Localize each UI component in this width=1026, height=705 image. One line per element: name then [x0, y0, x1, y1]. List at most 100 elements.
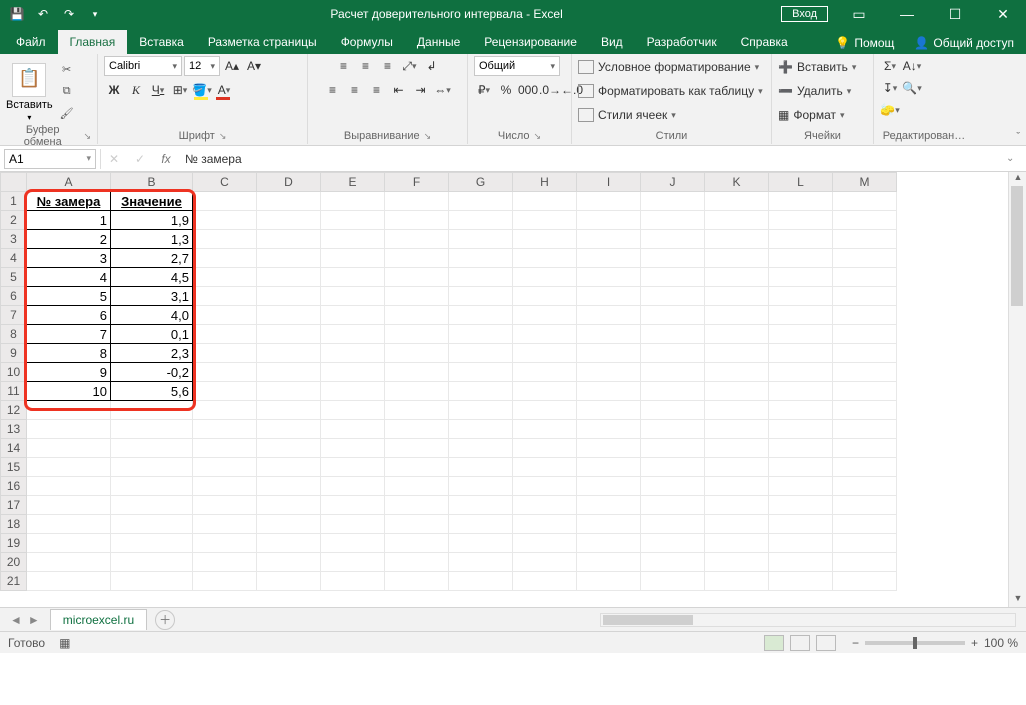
cell[interactable]	[833, 553, 897, 572]
cell[interactable]	[385, 439, 449, 458]
paste-button[interactable]: Вставить ▾	[6, 61, 53, 122]
cell[interactable]: -0,2	[111, 363, 193, 382]
cell[interactable]	[27, 439, 111, 458]
tab-formulas[interactable]: Формулы	[329, 30, 405, 54]
cell[interactable]	[641, 439, 705, 458]
cell[interactable]	[321, 268, 385, 287]
cell[interactable]	[385, 287, 449, 306]
cell[interactable]	[449, 401, 513, 420]
col-header-B[interactable]: B	[111, 173, 193, 192]
macro-record-icon[interactable]: ▦	[59, 636, 70, 650]
col-header-M[interactable]: M	[833, 173, 897, 192]
col-header-K[interactable]: K	[705, 173, 769, 192]
cell[interactable]	[513, 420, 577, 439]
cell[interactable]	[513, 477, 577, 496]
cell[interactable]	[111, 572, 193, 591]
cell[interactable]	[769, 458, 833, 477]
view-pagelayout-icon[interactable]	[790, 635, 810, 651]
cell[interactable]	[513, 572, 577, 591]
cell[interactable]	[513, 344, 577, 363]
cell[interactable]	[321, 458, 385, 477]
cell[interactable]	[27, 572, 111, 591]
signin-button[interactable]: Вход	[781, 6, 828, 22]
cell[interactable]	[769, 477, 833, 496]
cell[interactable]	[27, 458, 111, 477]
align-bottom-icon[interactable]: ≡	[378, 56, 398, 76]
cell[interactable]	[385, 477, 449, 496]
col-header-A[interactable]: A	[27, 173, 111, 192]
sheet-prev-icon[interactable]: ◄	[10, 613, 22, 627]
fill-color-button[interactable]: 🪣	[192, 80, 212, 100]
cell[interactable]	[111, 401, 193, 420]
delete-cells-button[interactable]: ➖Удалить	[778, 80, 851, 102]
cell[interactable]	[27, 420, 111, 439]
tab-help[interactable]: Справка	[729, 30, 800, 54]
cell[interactable]: 1	[27, 211, 111, 230]
cell[interactable]	[833, 382, 897, 401]
cell[interactable]	[321, 553, 385, 572]
cell[interactable]	[513, 534, 577, 553]
sheet-tab[interactable]: microexcel.ru	[50, 609, 147, 630]
enter-formula-icon[interactable]: ✓	[127, 152, 153, 166]
cell[interactable]	[769, 268, 833, 287]
cell[interactable]	[513, 363, 577, 382]
cell[interactable]	[833, 192, 897, 211]
cell[interactable]	[577, 515, 641, 534]
cell[interactable]	[577, 401, 641, 420]
view-pagebreak-icon[interactable]	[816, 635, 836, 651]
cell[interactable]	[641, 572, 705, 591]
cell[interactable]	[193, 420, 257, 439]
cell[interactable]	[321, 211, 385, 230]
cell[interactable]	[641, 249, 705, 268]
col-header-F[interactable]: F	[385, 173, 449, 192]
cell[interactable]	[449, 249, 513, 268]
cell[interactable]	[385, 382, 449, 401]
row-header[interactable]: 11	[1, 382, 27, 401]
cell[interactable]	[769, 363, 833, 382]
cell[interactable]: 5,6	[111, 382, 193, 401]
cell[interactable]	[321, 287, 385, 306]
cell[interactable]: 3,1	[111, 287, 193, 306]
cell[interactable]	[449, 420, 513, 439]
name-box[interactable]: A1▾	[4, 149, 96, 169]
row-header[interactable]: 1	[1, 192, 27, 211]
cell[interactable]	[513, 325, 577, 344]
cell[interactable]	[193, 458, 257, 477]
save-icon[interactable]: 💾	[8, 5, 26, 23]
cell[interactable]	[449, 268, 513, 287]
cell[interactable]	[193, 325, 257, 344]
cell[interactable]	[385, 268, 449, 287]
scroll-up-icon[interactable]: ▲	[1009, 172, 1026, 186]
row-header[interactable]: 13	[1, 420, 27, 439]
cell[interactable]	[385, 553, 449, 572]
cell[interactable]	[769, 192, 833, 211]
cell[interactable]	[27, 515, 111, 534]
alignment-launcher-icon[interactable]: ↘	[424, 131, 432, 142]
cell[interactable]	[641, 401, 705, 420]
cell[interactable]	[111, 458, 193, 477]
cell[interactable]	[705, 420, 769, 439]
row-header[interactable]: 14	[1, 439, 27, 458]
align-center-icon[interactable]: ≡	[345, 80, 365, 100]
cell[interactable]	[449, 325, 513, 344]
cell[interactable]	[193, 287, 257, 306]
conditional-formatting-button[interactable]: Условное форматирование	[578, 56, 759, 78]
format-painter-icon[interactable]: 🖌	[57, 103, 77, 123]
cell[interactable]	[193, 439, 257, 458]
cell[interactable]	[257, 230, 321, 249]
cell[interactable]	[577, 382, 641, 401]
cell[interactable]	[449, 230, 513, 249]
tab-developer[interactable]: Разработчик	[635, 30, 729, 54]
cell[interactable]: 4,0	[111, 306, 193, 325]
cell[interactable]	[641, 496, 705, 515]
cell[interactable]	[577, 477, 641, 496]
tab-file[interactable]: Файл	[4, 30, 58, 54]
cell[interactable]	[321, 363, 385, 382]
cell[interactable]	[321, 420, 385, 439]
cell[interactable]	[449, 572, 513, 591]
cell[interactable]	[257, 534, 321, 553]
font-color-button[interactable]: A	[214, 80, 234, 100]
cell[interactable]	[705, 268, 769, 287]
cell[interactable]	[27, 534, 111, 553]
font-launcher-icon[interactable]: ↘	[219, 131, 227, 142]
